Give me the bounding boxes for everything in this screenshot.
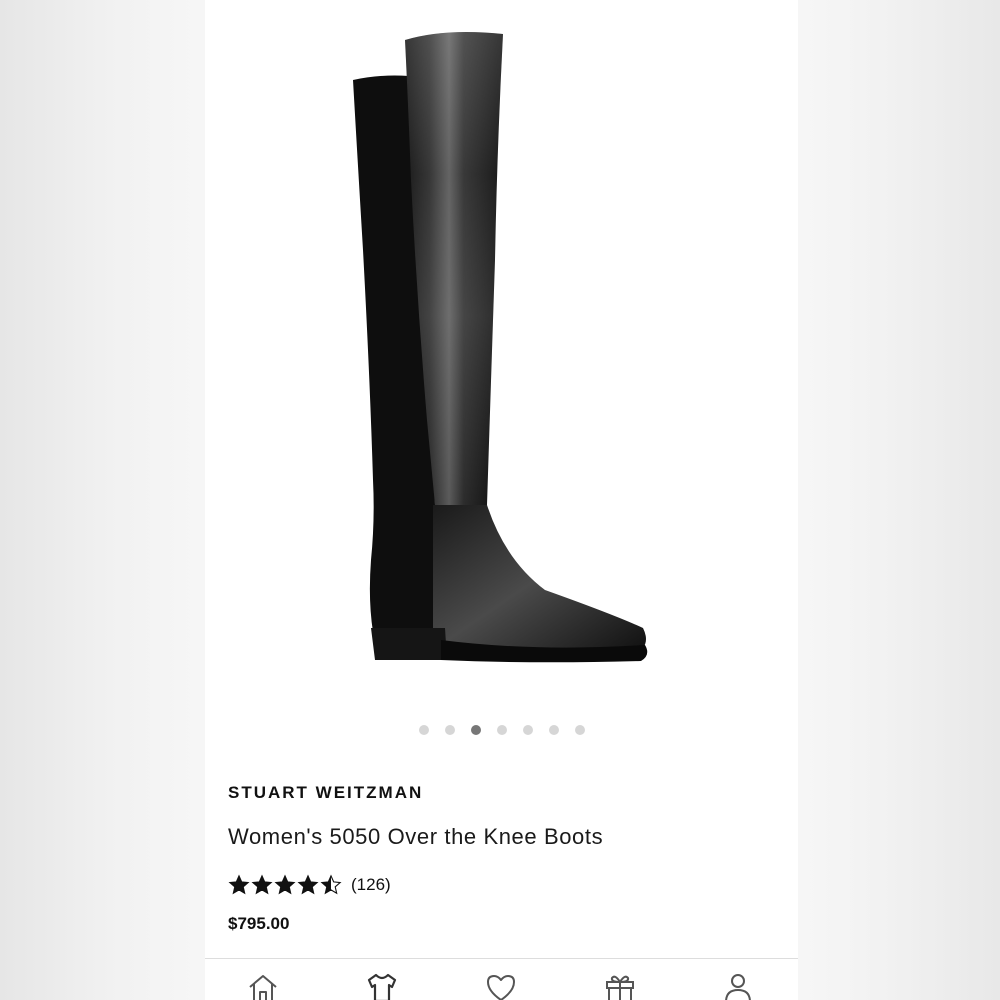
product-rating[interactable]: (126) <box>228 874 391 896</box>
account-icon[interactable] <box>721 971 755 1000</box>
star-icon <box>297 874 319 895</box>
rating-stars <box>228 874 342 896</box>
tshirt-icon[interactable] <box>365 971 399 1000</box>
gallery-dot[interactable] <box>548 725 559 735</box>
gallery-dot[interactable] <box>496 725 507 735</box>
gallery-dot[interactable] <box>444 725 455 735</box>
bottom-tab-bar <box>205 959 798 1000</box>
home-icon[interactable] <box>246 971 280 1000</box>
product-image-gallery[interactable] <box>205 0 798 700</box>
star-icon <box>274 874 296 895</box>
product-image <box>353 32 648 663</box>
gallery-pagination[interactable] <box>205 723 798 737</box>
gallery-dot[interactable] <box>470 725 481 735</box>
review-count[interactable]: (126) <box>351 875 391 895</box>
product-title: Women's 5050 Over the Knee Boots <box>228 824 604 849</box>
gift-icon[interactable] <box>603 971 637 1000</box>
star-icon <box>228 874 250 895</box>
star-icon <box>320 874 342 895</box>
product-price: $795.00 <box>228 914 290 933</box>
gallery-dot[interactable] <box>418 725 429 735</box>
star-icon <box>251 874 273 895</box>
gallery-dot[interactable] <box>574 725 585 735</box>
product-page: STUART WEITZMAN Women's 5050 Over the Kn… <box>205 0 798 1000</box>
product-brand[interactable]: STUART WEITZMAN <box>228 783 423 803</box>
heart-icon[interactable] <box>484 971 518 1000</box>
gallery-dot[interactable] <box>522 725 533 735</box>
